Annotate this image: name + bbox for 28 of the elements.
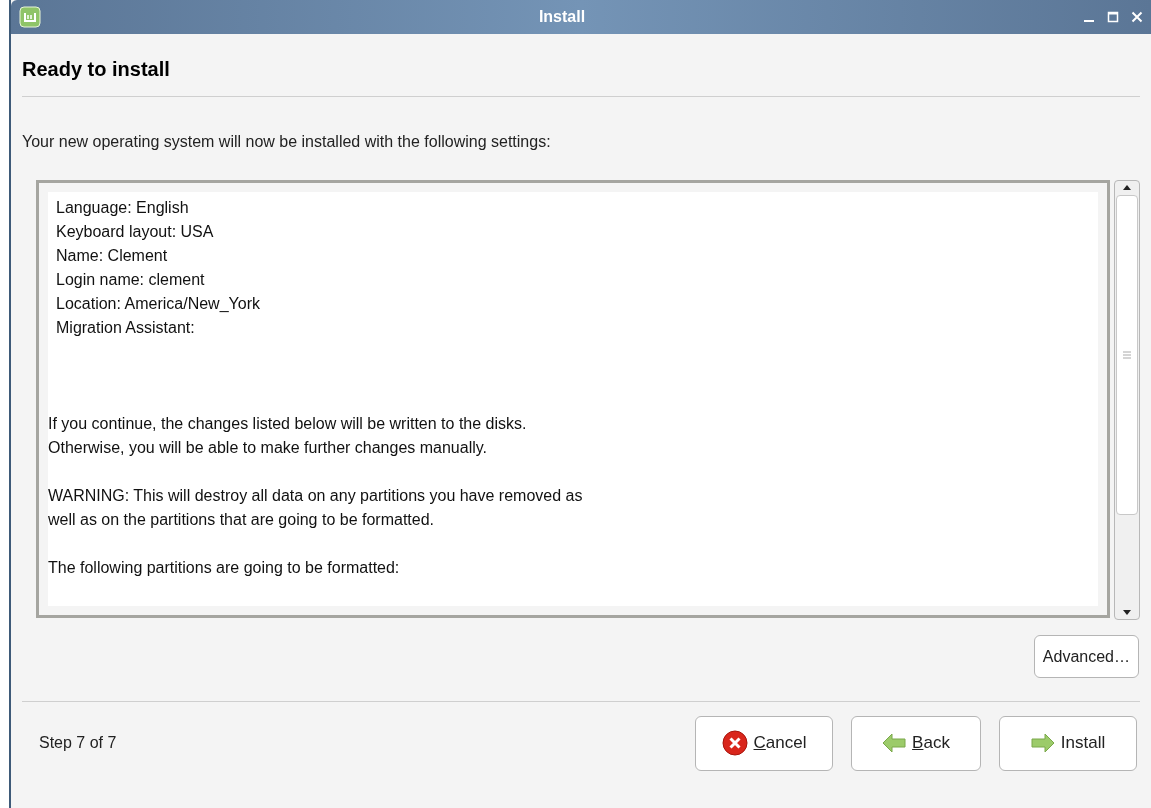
setting-line: Keyboard layout: USA	[56, 223, 214, 240]
intro-text: Your new operating system will now be installed with the following settings:	[22, 133, 551, 150]
summary-line: Otherwise, you will be able to make further changes manually.	[48, 439, 488, 456]
back-button[interactable]: Back	[851, 715, 981, 771]
install-button[interactable]: Install	[999, 715, 1137, 771]
setting-line: Location: America/New_York	[56, 295, 260, 312]
summary-line: WARNING: This will destroy all data on any partitions you have removed as	[48, 487, 583, 504]
scrollbar-thumb[interactable]	[1116, 195, 1139, 515]
setting-line: Name: Clement	[56, 247, 168, 264]
summary-line: well as on the partitions that are going to be formatted.	[48, 511, 434, 528]
close-icon[interactable]	[1131, 11, 1143, 23]
cancel-button[interactable]: Cancel	[695, 715, 833, 771]
summary-line: The following partitions are going to be formatted:	[48, 559, 400, 576]
setting-line: Login name: clement	[56, 271, 205, 288]
setting-line: Migration Assistant:	[56, 319, 195, 336]
summary-line: If you continue, the changes listed below will be written to the disks.	[48, 415, 527, 432]
grip-icon	[1123, 351, 1132, 359]
scrollbar[interactable]	[1114, 180, 1140, 620]
left-arrow-icon	[882, 733, 907, 753]
close-icon	[721, 730, 748, 756]
setting-line: Language: English	[56, 199, 189, 216]
window-title: Install	[538, 8, 586, 25]
maximize-icon[interactable]	[1107, 11, 1119, 23]
advanced-button[interactable]: Advanced…	[1033, 635, 1139, 678]
page-heading: Ready to install	[22, 58, 170, 80]
step-indicator: Step 7 of 7	[39, 733, 117, 753]
app-logo-icon	[19, 6, 41, 28]
right-arrow-icon	[1030, 733, 1055, 753]
